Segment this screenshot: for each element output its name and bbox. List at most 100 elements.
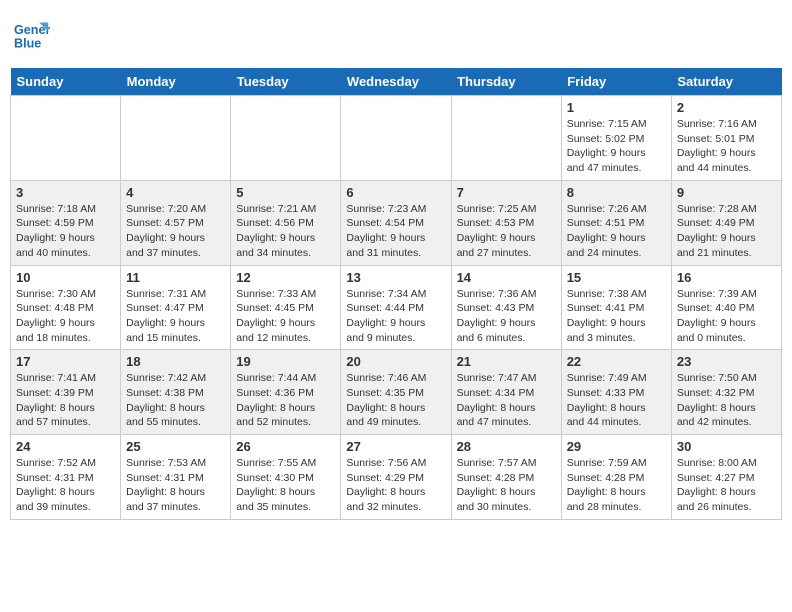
calendar-day-cell: 13Sunrise: 7:34 AM Sunset: 4:44 PM Dayli… <box>341 265 451 350</box>
day-info: Sunrise: 7:49 AM Sunset: 4:33 PM Dayligh… <box>567 371 666 430</box>
calendar-day-cell <box>341 96 451 181</box>
day-number: 30 <box>677 439 776 454</box>
day-number: 12 <box>236 270 335 285</box>
calendar-day-cell: 29 Sunrise: 7:59 AM Sunset: 4:28 PM Dayli… <box>561 435 671 520</box>
calendar-day-cell <box>451 96 561 181</box>
calendar-day-cell: 18 Sunrise: 7:42 AM Sunset: 4:38 PM Dayli… <box>121 350 231 435</box>
calendar-day-cell: 21Sunrise: 7:47 AM Sunset: 4:34 PM Dayli… <box>451 350 561 435</box>
column-header-sunday: Sunday <box>11 68 121 96</box>
calendar-day-cell: 1 Sunrise: 7:15 AM Sunset: 5:02 PM Daylig… <box>561 96 671 181</box>
calendar-day-cell: 27 Sunrise: 7:56 AM Sunset: 4:29 PM Dayli… <box>341 435 451 520</box>
day-number: 23 <box>677 354 776 369</box>
day-info: Sunrise: 7:21 AM Sunset: 4:56 PM Dayligh… <box>236 202 335 261</box>
calendar-day-cell: 19 Sunrise: 7:44 AM Sunset: 4:36 PM Dayli… <box>231 350 341 435</box>
day-info: Sunrise: 7:30 AM Sunset: 4:48 PM Dayligh… <box>16 287 115 346</box>
day-info: Sunrise: 7:50 AM Sunset: 4:32 PM Dayligh… <box>677 371 776 430</box>
day-info: Sunrise: 7:56 AM Sunset: 4:29 PM Dayligh… <box>346 456 445 515</box>
day-info: Sunrise: 7:31 AM Sunset: 4:47 PM Dayligh… <box>126 287 225 346</box>
calendar-day-cell: 11 Sunrise: 7:31 AM Sunset: 4:47 PM Dayli… <box>121 265 231 350</box>
column-header-thursday: Thursday <box>451 68 561 96</box>
day-info: Sunrise: 7:36 AM Sunset: 4:43 PM Dayligh… <box>457 287 556 346</box>
day-number: 27 <box>346 439 445 454</box>
day-info: Sunrise: 7:47 AM Sunset: 4:34 PM Dayligh… <box>457 371 556 430</box>
day-info: Sunrise: 7:46 AM Sunset: 4:35 PM Dayligh… <box>346 371 445 430</box>
day-number: 4 <box>126 185 225 200</box>
calendar-week-row: 1 Sunrise: 7:15 AM Sunset: 5:02 PM Daylig… <box>11 96 782 181</box>
day-info: Sunrise: 7:52 AM Sunset: 4:31 PM Dayligh… <box>16 456 115 515</box>
calendar-day-cell <box>121 96 231 181</box>
day-info: Sunrise: 7:55 AM Sunset: 4:30 PM Dayligh… <box>236 456 335 515</box>
calendar-table: SundayMondayTuesdayWednesdayThursdayFrid… <box>10 68 782 520</box>
day-info: Sunrise: 7:26 AM Sunset: 4:51 PM Dayligh… <box>567 202 666 261</box>
calendar-day-cell: 7 Sunrise: 7:25 AM Sunset: 4:53 PM Daylig… <box>451 180 561 265</box>
day-number: 17 <box>16 354 115 369</box>
logo: General Blue <box>14 18 54 54</box>
day-number: 5 <box>236 185 335 200</box>
calendar-week-row: 24 Sunrise: 7:52 AM Sunset: 4:31 PM Dayli… <box>11 435 782 520</box>
day-info: Sunrise: 7:18 AM Sunset: 4:59 PM Dayligh… <box>16 202 115 261</box>
column-header-friday: Friday <box>561 68 671 96</box>
day-number: 24 <box>16 439 115 454</box>
calendar-day-cell: 24 Sunrise: 7:52 AM Sunset: 4:31 PM Dayli… <box>11 435 121 520</box>
calendar-day-cell: 6 Sunrise: 7:23 AM Sunset: 4:54 PM Daylig… <box>341 180 451 265</box>
calendar-day-cell: 23 Sunrise: 7:50 AM Sunset: 4:32 PM Dayli… <box>671 350 781 435</box>
calendar-day-cell: 9 Sunrise: 7:28 AM Sunset: 4:49 PM Daylig… <box>671 180 781 265</box>
calendar-day-cell: 8 Sunrise: 7:26 AM Sunset: 4:51 PM Daylig… <box>561 180 671 265</box>
day-number: 7 <box>457 185 556 200</box>
day-info: Sunrise: 7:42 AM Sunset: 4:38 PM Dayligh… <box>126 371 225 430</box>
day-number: 26 <box>236 439 335 454</box>
day-info: Sunrise: 8:00 AM Sunset: 4:27 PM Dayligh… <box>677 456 776 515</box>
calendar-day-cell: 2 Sunrise: 7:16 AM Sunset: 5:01 PM Daylig… <box>671 96 781 181</box>
day-info: Sunrise: 7:39 AM Sunset: 4:40 PM Dayligh… <box>677 287 776 346</box>
day-number: 2 <box>677 100 776 115</box>
day-number: 28 <box>457 439 556 454</box>
day-number: 6 <box>346 185 445 200</box>
day-number: 11 <box>126 270 225 285</box>
day-info: Sunrise: 7:25 AM Sunset: 4:53 PM Dayligh… <box>457 202 556 261</box>
day-info: Sunrise: 7:28 AM Sunset: 4:49 PM Dayligh… <box>677 202 776 261</box>
calendar-header-row: SundayMondayTuesdayWednesdayThursdayFrid… <box>11 68 782 96</box>
svg-text:Blue: Blue <box>14 37 41 51</box>
day-info: Sunrise: 7:53 AM Sunset: 4:31 PM Dayligh… <box>126 456 225 515</box>
day-number: 18 <box>126 354 225 369</box>
column-header-wednesday: Wednesday <box>341 68 451 96</box>
logo-icon: General Blue <box>14 18 50 54</box>
calendar-week-row: 17Sunrise: 7:41 AM Sunset: 4:39 PM Dayli… <box>11 350 782 435</box>
day-number: 9 <box>677 185 776 200</box>
day-info: Sunrise: 7:34 AM Sunset: 4:44 PM Dayligh… <box>346 287 445 346</box>
calendar-day-cell: 16 Sunrise: 7:39 AM Sunset: 4:40 PM Dayli… <box>671 265 781 350</box>
day-info: Sunrise: 7:59 AM Sunset: 4:28 PM Dayligh… <box>567 456 666 515</box>
page-header: General Blue <box>10 10 782 62</box>
calendar-day-cell: 25Sunrise: 7:53 AM Sunset: 4:31 PM Dayli… <box>121 435 231 520</box>
day-number: 16 <box>677 270 776 285</box>
day-info: Sunrise: 7:23 AM Sunset: 4:54 PM Dayligh… <box>346 202 445 261</box>
day-info: Sunrise: 7:16 AM Sunset: 5:01 PM Dayligh… <box>677 117 776 176</box>
calendar-day-cell: 4Sunrise: 7:20 AM Sunset: 4:57 PM Daylig… <box>121 180 231 265</box>
day-number: 8 <box>567 185 666 200</box>
day-number: 10 <box>16 270 115 285</box>
calendar-day-cell <box>11 96 121 181</box>
column-header-monday: Monday <box>121 68 231 96</box>
calendar-day-cell: 26 Sunrise: 7:55 AM Sunset: 4:30 PM Dayli… <box>231 435 341 520</box>
day-info: Sunrise: 7:57 AM Sunset: 4:28 PM Dayligh… <box>457 456 556 515</box>
day-info: Sunrise: 7:33 AM Sunset: 4:45 PM Dayligh… <box>236 287 335 346</box>
day-info: Sunrise: 7:15 AM Sunset: 5:02 PM Dayligh… <box>567 117 666 176</box>
day-info: Sunrise: 7:38 AM Sunset: 4:41 PM Dayligh… <box>567 287 666 346</box>
day-number: 1 <box>567 100 666 115</box>
day-number: 20 <box>346 354 445 369</box>
day-info: Sunrise: 7:44 AM Sunset: 4:36 PM Dayligh… <box>236 371 335 430</box>
calendar-day-cell: 20 Sunrise: 7:46 AM Sunset: 4:35 PM Dayli… <box>341 350 451 435</box>
calendar-day-cell <box>231 96 341 181</box>
calendar-day-cell: 22Sunrise: 7:49 AM Sunset: 4:33 PM Dayli… <box>561 350 671 435</box>
calendar-week-row: 10 Sunrise: 7:30 AM Sunset: 4:48 PM Dayli… <box>11 265 782 350</box>
calendar-day-cell: 15 Sunrise: 7:38 AM Sunset: 4:41 PM Dayli… <box>561 265 671 350</box>
day-number: 29 <box>567 439 666 454</box>
calendar-day-cell: 30 Sunrise: 8:00 AM Sunset: 4:27 PM Dayli… <box>671 435 781 520</box>
day-number: 14 <box>457 270 556 285</box>
day-number: 19 <box>236 354 335 369</box>
day-number: 15 <box>567 270 666 285</box>
calendar-week-row: 3 Sunrise: 7:18 AM Sunset: 4:59 PM Daylig… <box>11 180 782 265</box>
calendar-day-cell: 10 Sunrise: 7:30 AM Sunset: 4:48 PM Dayli… <box>11 265 121 350</box>
column-header-saturday: Saturday <box>671 68 781 96</box>
day-number: 3 <box>16 185 115 200</box>
